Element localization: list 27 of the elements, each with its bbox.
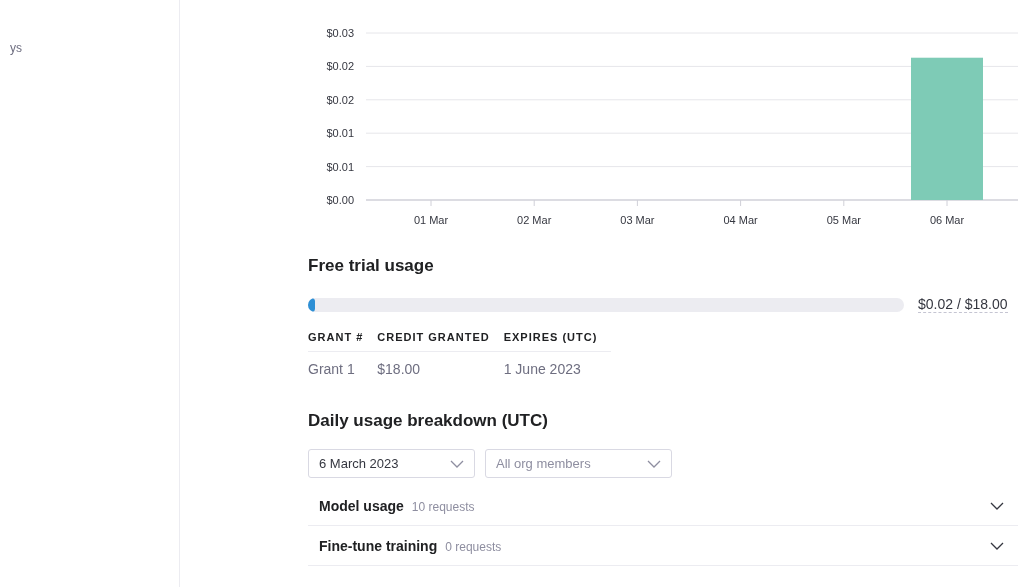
accordion-header[interactable]: Fine-tune training 0 requests bbox=[308, 526, 1018, 566]
table-cell: $18.00 bbox=[377, 351, 504, 377]
chevron-down-icon bbox=[450, 459, 464, 468]
section-title: Free trial usage bbox=[308, 256, 435, 276]
axis-label: $0.02 bbox=[326, 60, 354, 73]
date-select[interactable]: 6 March 2023 bbox=[308, 449, 475, 478]
axis-label: $0.01 bbox=[326, 160, 354, 173]
axis-label: 05 Mar bbox=[826, 214, 861, 226]
accordion-header[interactable]: Model usage 10 requests bbox=[308, 486, 1018, 526]
axis-label: 06 Mar bbox=[929, 214, 965, 226]
axis-label: 02 Mar bbox=[517, 214, 552, 226]
chevron-down-icon bbox=[647, 459, 661, 468]
column-header: GRANT # bbox=[308, 331, 378, 352]
axis-label: $0.02 bbox=[326, 93, 354, 106]
table-cell: 1 June 2023 bbox=[503, 351, 612, 377]
axis-label: 04 Mar bbox=[723, 214, 758, 226]
axis-label: 03 Mar bbox=[620, 214, 655, 226]
column-header: CREDIT GRANTED bbox=[377, 331, 504, 352]
sidebar-item[interactable]: ys bbox=[10, 41, 22, 55]
axis-label: $0.00 bbox=[326, 194, 354, 206]
table-cell: Grant 1 bbox=[308, 351, 378, 377]
section-title: Daily usage breakdown (UTC) bbox=[308, 411, 549, 431]
axis-label: 01 Mar bbox=[413, 214, 449, 226]
usage-reading: $0.02 / $18.00 bbox=[918, 296, 1008, 313]
axis-label: $0.03 bbox=[326, 27, 354, 39]
axis-label: $0.01 bbox=[326, 127, 354, 140]
column-header: EXPIRES (UTC) bbox=[503, 331, 612, 352]
